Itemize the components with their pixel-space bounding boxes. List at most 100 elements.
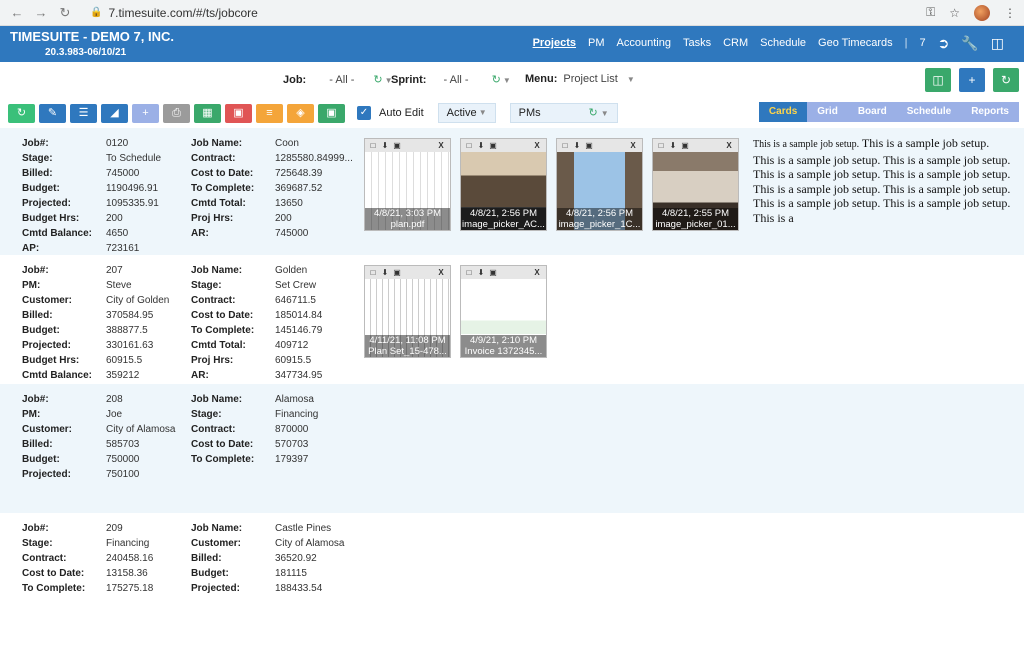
browser-chrome: ← → ↻ 🔒 7.timesuite.com/#/ts/jobcore ⚿ ☆…: [0, 0, 1024, 26]
download-icon[interactable]: ⬇: [476, 266, 486, 279]
select-icon[interactable]: □: [464, 139, 474, 152]
nav-count[interactable]: 7: [919, 37, 925, 49]
close-icon[interactable]: X: [724, 139, 734, 152]
sort-button[interactable]: ≡: [256, 103, 283, 123]
status-dropdown[interactable]: Active ▼: [437, 103, 496, 123]
view-board[interactable]: Board: [847, 102, 897, 122]
view-grid[interactable]: Grid: [807, 102, 848, 122]
star-icon[interactable]: ☆: [949, 6, 960, 20]
reload-button[interactable]: ↻: [8, 103, 35, 123]
url-bar[interactable]: 7.timesuite.com/#/ts/jobcore: [108, 6, 926, 20]
pdf-button[interactable]: ▣: [225, 103, 252, 123]
refresh-icon[interactable]: ↻: [492, 74, 501, 86]
field-label: Budget Hrs:: [22, 355, 80, 366]
chevron-down-icon[interactable]: ▼: [503, 76, 511, 85]
download-icon[interactable]: ⬇: [668, 139, 678, 152]
ruler-button[interactable]: ◢: [101, 103, 128, 123]
cast-icon[interactable]: ◫: [991, 36, 1004, 50]
menu-filter[interactable]: Menu: Project List ▼: [525, 73, 635, 85]
attachment-caption: 4/9/21, 2:10 PM Invoice 1372345...: [461, 335, 546, 357]
field-label: Projected:: [22, 198, 71, 209]
add-button[interactable]: +: [959, 68, 985, 92]
chevron-down-icon: ▼: [478, 108, 487, 117]
print-button[interactable]: ⎙: [163, 103, 190, 123]
download-icon[interactable]: ⬇: [380, 139, 390, 152]
nav-projects[interactable]: Projects: [533, 37, 576, 49]
select-icon[interactable]: □: [368, 139, 378, 152]
view-reports[interactable]: Reports: [961, 102, 1019, 122]
back-icon[interactable]: ←: [8, 5, 26, 20]
sprint-filter-value[interactable]: - All -: [444, 74, 469, 86]
download-icon[interactable]: ⬇: [476, 139, 486, 152]
view-cards[interactable]: Cards: [758, 102, 808, 122]
menu-icon[interactable]: ⋮: [1004, 6, 1016, 20]
field-value: 646711.5: [275, 295, 316, 306]
layers-button[interactable]: ◈: [287, 103, 314, 123]
nav-schedule[interactable]: Schedule: [760, 37, 806, 49]
sprint-filter[interactable]: Sprint: - All - ↻ ▼: [391, 73, 511, 86]
profile-avatar[interactable]: [974, 4, 990, 21]
select-icon[interactable]: □: [560, 139, 570, 152]
auto-edit-checkbox[interactable]: ✓: [357, 106, 371, 120]
menu-filter-value[interactable]: Project List: [563, 73, 617, 85]
view-schedule[interactable]: Schedule: [896, 102, 962, 122]
close-icon[interactable]: X: [436, 266, 446, 279]
attachment-thumbnail[interactable]: □ ⬇ ▣ X 4/8/21, 3:03 PM plan.pdf: [364, 138, 451, 231]
attachment-thumbnail[interactable]: □ ⬇ ▣ X 4/8/21, 2:56 PM image_picker_AC...: [460, 138, 547, 231]
field-value: City of Alamosa: [275, 538, 345, 549]
preview-icon[interactable]: ▣: [392, 266, 402, 279]
close-icon[interactable]: X: [532, 139, 542, 152]
forward-icon[interactable]: →: [32, 5, 50, 20]
close-icon[interactable]: X: [628, 139, 638, 152]
refresh-button[interactable]: ↻: [993, 68, 1019, 92]
field-value: City of Alamosa: [106, 424, 176, 435]
job-card[interactable]: Job#: 209 Stage: Financing Contract: 240458.1…: [0, 513, 1024, 648]
attachment-thumbnail[interactable]: □ ⬇ ▣ X 4/11/21, 11:08 PM Plan Set_15-478...: [364, 265, 451, 358]
field-value: City of Golden: [106, 295, 170, 306]
nav-accounting[interactable]: Accounting: [617, 37, 671, 49]
job-filter[interactable]: Job: - All - ↻ ▼: [283, 73, 393, 86]
job-card[interactable]: Job#: 208 PM: Joe Customer: City of Alamosa Bi…: [0, 384, 1024, 513]
field-value: 750000: [106, 454, 140, 465]
preview-icon[interactable]: ▣: [488, 266, 498, 279]
attachment-thumbnail[interactable]: □ ⬇ ▣ X 4/8/21, 2:55 PM image_picker_01...: [652, 138, 739, 231]
grid-button[interactable]: ▦: [194, 103, 221, 123]
columns-button[interactable]: ☰: [70, 103, 97, 123]
edit-pencil-button[interactable]: ✎: [39, 103, 66, 123]
preview-icon[interactable]: ▣: [392, 139, 402, 152]
pms-dropdown[interactable]: PMs ↻ ▼: [509, 103, 618, 123]
select-icon[interactable]: □: [368, 266, 378, 279]
job-card[interactable]: Job#: 207 PM: Steve Customer: City of Golden B…: [0, 255, 1024, 384]
select-icon[interactable]: □: [464, 266, 474, 279]
attachment-thumbnail[interactable]: □ ⬇ ▣ X 4/9/21, 2:10 PM Invoice 1372345...: [460, 265, 547, 358]
save-button[interactable]: ◫: [925, 68, 951, 92]
attachment-caption: 4/8/21, 3:03 PM plan.pdf: [365, 208, 450, 230]
wrench-icon[interactable]: 🔧: [961, 36, 978, 50]
reload-icon[interactable]: ↻: [56, 5, 74, 21]
preview-icon[interactable]: ▣: [680, 139, 690, 152]
nav-crm[interactable]: CRM: [723, 37, 748, 49]
download-icon[interactable]: ⬇: [572, 139, 582, 152]
field-value: 388877.5: [106, 325, 148, 336]
nav-pm[interactable]: PM: [588, 37, 605, 49]
preview-icon[interactable]: ▣: [584, 139, 594, 152]
nav-geo-timecards[interactable]: Geo Timecards: [818, 37, 893, 49]
key-icon[interactable]: ⚿: [926, 5, 935, 20]
nav-tasks[interactable]: Tasks: [683, 37, 711, 49]
image-button[interactable]: ▣: [318, 103, 345, 123]
close-icon[interactable]: X: [532, 266, 542, 279]
close-icon[interactable]: X: [436, 139, 446, 152]
chevron-down-icon[interactable]: ▼: [627, 75, 635, 84]
logout-icon[interactable]: ➲: [938, 36, 950, 50]
attachment-thumbnail[interactable]: □ ⬇ ▣ X 4/8/21, 2:56 PM image_picker_1C...: [556, 138, 643, 231]
field-value: 1285580.84999...: [275, 153, 353, 164]
download-icon[interactable]: ⬇: [380, 266, 390, 279]
job-card[interactable]: Job#: 0120 Stage: To Schedule Billed: 745000 B…: [0, 128, 1024, 255]
refresh-icon[interactable]: ↻: [373, 74, 382, 86]
add-item-button[interactable]: +: [132, 103, 159, 123]
select-icon[interactable]: □: [656, 139, 666, 152]
attachment-toolbar: □ ⬇ ▣ X: [365, 139, 450, 152]
preview-icon[interactable]: ▣: [488, 139, 498, 152]
job-filter-value[interactable]: - All -: [329, 74, 354, 86]
refresh-icon[interactable]: ↻: [588, 107, 597, 119]
